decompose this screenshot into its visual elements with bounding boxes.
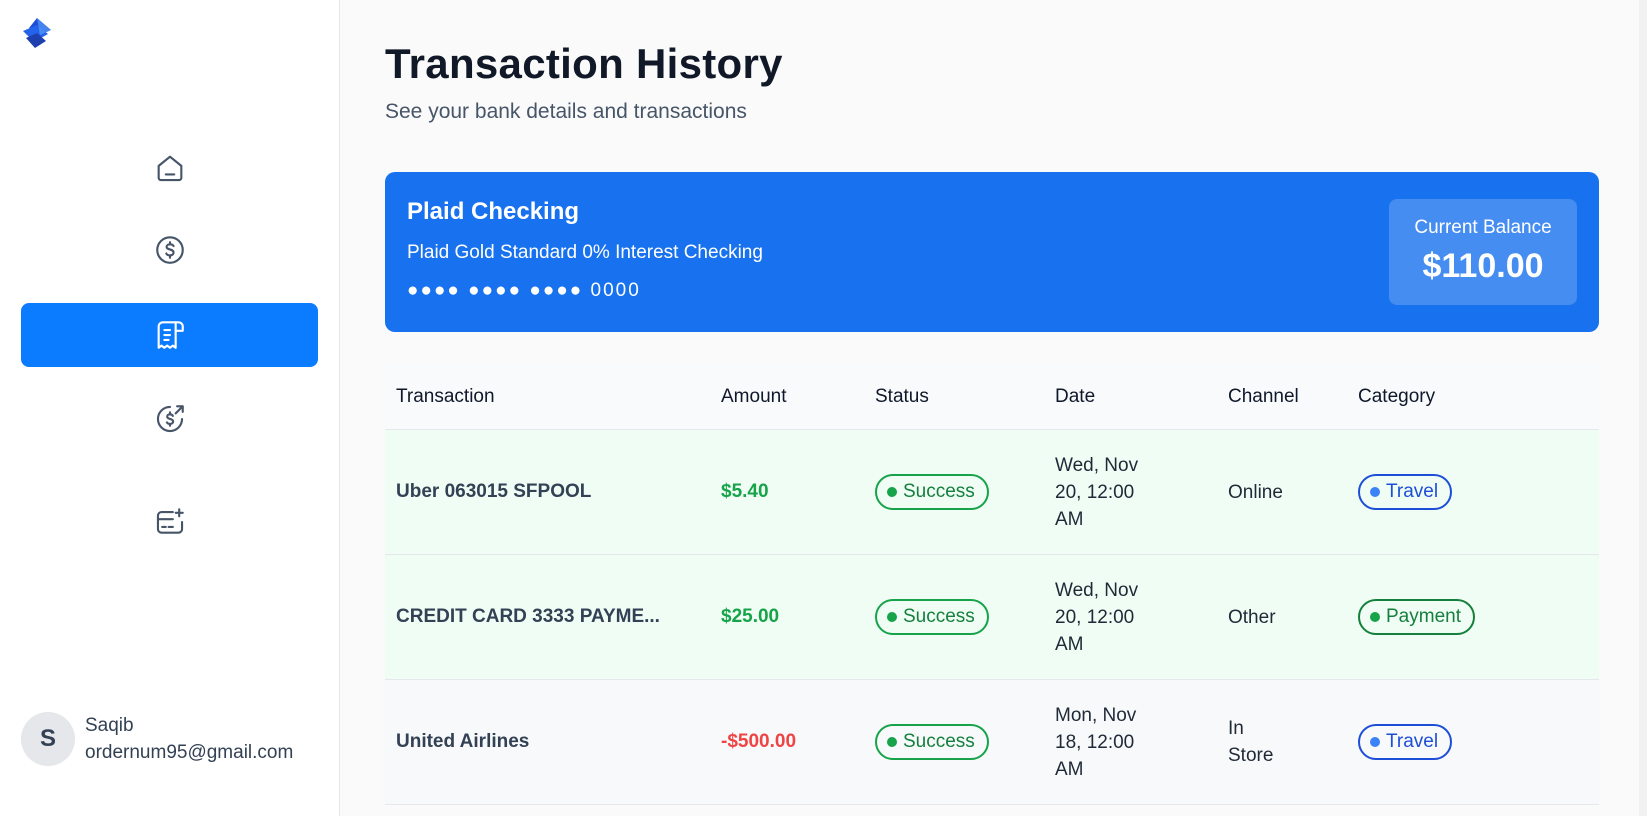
receipt-icon [157, 321, 184, 349]
account-name: Plaid Checking [407, 198, 580, 225]
category-label: Payment [1386, 606, 1461, 627]
table-row: United Airlines -$500.00 Success Mon, No… [385, 680, 1599, 805]
category-label: Travel [1386, 731, 1439, 752]
transaction-amount: -$500.00 [721, 731, 797, 752]
transaction-date: Wed, Nov 20, 12:00 AM [1055, 454, 1139, 530]
transaction-name: CREDIT CARD 3333 PAYME... [396, 606, 660, 627]
avatar: S [21, 712, 75, 766]
category-label: Travel [1386, 481, 1439, 502]
page-subtitle: See your bank details and transactions [385, 100, 747, 123]
status-label: Success [903, 606, 975, 627]
column-header-amount: Amount [721, 385, 787, 407]
status-label: Success [903, 481, 975, 502]
transactions-table: Transaction Amount Status Date Channel C… [385, 364, 1599, 805]
home-icon [157, 155, 182, 182]
column-header-category: Category [1358, 385, 1436, 407]
sidebar-item-transaction-history[interactable] [21, 303, 318, 367]
status-dot-icon [887, 612, 897, 622]
sidebar-item-my-banks[interactable] [21, 218, 318, 282]
logo-icon[interactable] [20, 16, 54, 50]
transaction-date: Mon, Nov 18, 12:00 AM [1055, 704, 1137, 780]
sidebar-item-home[interactable] [21, 136, 318, 200]
user-email: ordernum95@gmail.com [85, 742, 294, 763]
transaction-date: Wed, Nov 20, 12:00 AM [1055, 579, 1139, 655]
account-mask: ●●●● ●●●● ●●●● 0000 [407, 280, 641, 301]
status-badge: Success [875, 724, 989, 760]
money-send-icon [156, 405, 184, 433]
category-badge: Travel [1358, 474, 1453, 510]
table-row: CREDIT CARD 3333 PAYME... $25.00 Success… [385, 555, 1599, 680]
category-badge: Travel [1358, 724, 1453, 760]
sidebar-item-connect-bank[interactable] [21, 490, 318, 554]
table-row: Uber 063015 SFPOOL $5.40 Success Wed, No… [385, 430, 1599, 555]
column-header-status: Status [875, 385, 929, 407]
status-dot-icon [887, 737, 897, 747]
card-add-icon [156, 508, 184, 534]
status-badge: Success [875, 599, 989, 635]
table-header: Transaction Amount Status Date Channel C… [385, 364, 1599, 430]
category-dot-icon [1370, 612, 1380, 622]
page-scrollbar[interactable] [1639, 0, 1647, 816]
column-header-transaction: Transaction [396, 385, 495, 407]
page-title: Transaction History [385, 40, 783, 87]
account-official-name: Plaid Gold Standard 0% Interest Checking [407, 242, 763, 263]
balance-box: Current Balance $110.00 [1389, 199, 1577, 305]
transaction-channel: Other [1228, 606, 1276, 628]
status-badge: Success [875, 474, 989, 510]
dollar-circle-icon [155, 236, 184, 264]
status-dot-icon [887, 487, 897, 497]
status-label: Success [903, 731, 975, 752]
balance-label: Current Balance [1414, 217, 1552, 238]
transaction-channel: Online [1228, 481, 1283, 503]
transaction-name: United Airlines [396, 731, 530, 752]
column-header-date: Date [1055, 385, 1096, 407]
transaction-amount: $5.40 [721, 481, 769, 502]
user-profile[interactable]: S Saqib ordernum95@gmail.com [21, 712, 293, 766]
column-header-channel: Channel [1228, 385, 1299, 407]
category-badge: Payment [1358, 599, 1475, 635]
sidebar-item-transfer-funds[interactable] [21, 387, 318, 451]
sidebar: S Saqib ordernum95@gmail.com [0, 0, 340, 816]
bank-account-card: Plaid Checking Plaid Gold Standard 0% In… [385, 172, 1599, 332]
transaction-channel: In Store [1228, 718, 1274, 766]
transaction-name: Uber 063015 SFPOOL [396, 481, 592, 502]
category-dot-icon [1370, 737, 1380, 747]
user-name: Saqib [85, 715, 134, 736]
transaction-amount: $25.00 [721, 606, 780, 627]
category-dot-icon [1370, 487, 1380, 497]
balance-value: $110.00 [1422, 247, 1544, 285]
